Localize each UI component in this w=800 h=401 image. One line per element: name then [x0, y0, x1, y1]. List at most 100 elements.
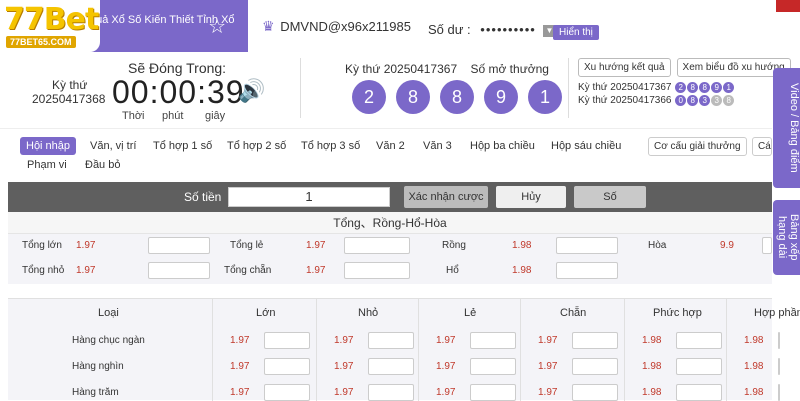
- countdown-timer: 00:00:39: [112, 74, 245, 110]
- result-ball: 2: [352, 80, 386, 114]
- bet-input[interactable]: [778, 358, 780, 375]
- result-ball: 8: [440, 80, 474, 114]
- column-divider: [316, 299, 317, 401]
- column-divider: [624, 299, 625, 401]
- tab-hoi-nhap[interactable]: Hội nhập: [20, 137, 77, 155]
- tab-van-2[interactable]: Văn 2: [376, 140, 405, 152]
- bet-input[interactable]: [368, 332, 414, 349]
- speaker-icon[interactable]: 🔊: [238, 78, 265, 104]
- result-ball: 1: [528, 80, 562, 114]
- bet-input[interactable]: [572, 384, 618, 401]
- bet-input[interactable]: [368, 384, 414, 401]
- tab-hop-sau-chieu[interactable]: Hộp sáu chiều: [551, 140, 621, 152]
- balance-label: Số dư :: [428, 22, 471, 37]
- result-ball: 9: [484, 80, 518, 114]
- user-rank-icon: ♛: [262, 18, 275, 34]
- bet-input[interactable]: [264, 358, 310, 375]
- tab-pham-vi[interactable]: Phạm vi: [27, 159, 67, 171]
- odds-value: 1.97: [76, 240, 96, 251]
- timer-unit-second: giây: [205, 110, 226, 122]
- bet-input[interactable]: [676, 384, 722, 401]
- odds-value: 1.98: [744, 387, 764, 398]
- bet-input[interactable]: [344, 237, 410, 254]
- close-corner[interactable]: [776, 0, 800, 12]
- column-header: Loại: [98, 307, 119, 319]
- row-label: Hàng nghìn: [72, 361, 124, 372]
- result-trend-button[interactable]: Xu hướng kết quả: [578, 58, 671, 77]
- favorite-star-icon[interactable]: ☆: [208, 14, 226, 39]
- prize-structure-button[interactable]: Cơ cấu giải thưởng: [648, 137, 747, 156]
- odds-value: 9.9: [720, 240, 734, 251]
- column-header: Lớn: [256, 307, 276, 319]
- username: DMVND@x96x211985: [280, 19, 411, 34]
- so-button[interactable]: Số: [574, 186, 646, 208]
- bet-input[interactable]: [676, 332, 722, 349]
- user-info: ♛ DMVND@x96x211985: [262, 18, 411, 35]
- bet-input[interactable]: [148, 262, 210, 279]
- bet-input[interactable]: [344, 262, 410, 279]
- bet-input[interactable]: [148, 237, 210, 254]
- open-numbers-label: Số mở thưởng: [470, 62, 549, 76]
- odds-value: 1.97: [334, 335, 354, 346]
- tab-to-hop-3-so[interactable]: Tổ hợp 3 số: [301, 140, 360, 152]
- odds-value: 1.97: [436, 335, 456, 346]
- odds-value: 1.97: [306, 240, 326, 251]
- ranking-tab[interactable]: Bảng xếp hạng dài: [773, 200, 800, 275]
- odds-value: 1.98: [744, 335, 764, 346]
- odds-value: 1.97: [538, 335, 558, 346]
- position-odds-table: Loại Lớn Nhỏ Lẻ Chẵn Phức hợp Hợp phần H…: [8, 298, 800, 401]
- odds-value: 1.98: [642, 387, 662, 398]
- row-label: Hàng chục ngàn: [72, 335, 145, 346]
- odds-value: 1.98: [642, 361, 662, 372]
- brand-logo[interactable]: 77Bet 77BET65.COM: [0, 0, 100, 52]
- bet-input[interactable]: [778, 332, 780, 349]
- show-balance-button[interactable]: Hiển thị: [553, 25, 599, 40]
- divider: [568, 58, 569, 118]
- amount-input[interactable]: 1: [228, 187, 390, 207]
- period-label: Kỳ thứ: [52, 78, 88, 92]
- section-title: Tổng、Rồng-Hổ-Hòa: [8, 212, 772, 234]
- tab-van-3[interactable]: Văn 3: [423, 140, 452, 152]
- bet-input[interactable]: [264, 384, 310, 401]
- divider: [300, 58, 301, 118]
- history-ball: 3: [711, 95, 723, 106]
- odds-value: 1.97: [334, 387, 354, 398]
- bet-input[interactable]: [556, 237, 618, 254]
- column-header: Hợp phần: [754, 307, 800, 319]
- tab-van-vi-tri[interactable]: Văn, vị trí: [90, 140, 136, 152]
- bet-input[interactable]: [556, 262, 618, 279]
- cell-label: Tổng chẵn: [224, 265, 272, 276]
- tab-hop-ba-chieu[interactable]: Hộp ba chiều: [470, 140, 535, 152]
- bet-input[interactable]: [572, 358, 618, 375]
- odds-value: 1.97: [436, 387, 456, 398]
- history-ball: 9: [711, 82, 723, 93]
- bet-input[interactable]: [572, 332, 618, 349]
- bet-input[interactable]: [470, 358, 516, 375]
- bet-type-tabs: Hội nhập Văn, vị trí Tổ hợp 1 số Tổ hợp …: [0, 128, 772, 178]
- odds-value: 1.97: [538, 387, 558, 398]
- last-period-text: Kỳ thứ 20250417367: [345, 62, 458, 76]
- odds-value: 1.97: [538, 361, 558, 372]
- timer-unit-hour: Thời: [122, 110, 145, 122]
- bet-input[interactable]: [676, 358, 722, 375]
- sum-dragon-tiger-table: Tổng lớn 1.97 Tổng lẻ 1.97 Rồng 1.98 Hòa…: [8, 234, 772, 284]
- bet-input[interactable]: [778, 384, 780, 401]
- tab-to-hop-2-so[interactable]: Tổ hợp 2 số: [227, 140, 286, 152]
- tab-dau-bo[interactable]: Đầu bỏ: [85, 159, 120, 171]
- confirm-bet-button[interactable]: Xác nhận cược: [404, 186, 488, 208]
- video-scoreboard-tab[interactable]: Video / Bảng điểm: [773, 68, 800, 188]
- cancel-button[interactable]: Hủy: [496, 186, 566, 208]
- odds-value: 1.98: [512, 240, 532, 251]
- last-result-header: Kỳ thứ 20250417367 Số mở thưởng: [345, 62, 549, 76]
- balance: Số dư : •••••••••• ▼: [428, 22, 556, 37]
- bet-input[interactable]: [264, 332, 310, 349]
- bet-input[interactable]: [762, 237, 772, 254]
- column-header: Chẵn: [560, 307, 587, 319]
- timer-unit-minute: phút: [162, 110, 184, 122]
- column-header: Lẻ: [464, 307, 477, 319]
- bet-input[interactable]: [470, 332, 516, 349]
- tab-to-hop-1-so[interactable]: Tổ hợp 1 số: [153, 140, 212, 152]
- bet-input[interactable]: [368, 358, 414, 375]
- bet-input[interactable]: [470, 384, 516, 401]
- extra-button[interactable]: Cá: [752, 137, 772, 156]
